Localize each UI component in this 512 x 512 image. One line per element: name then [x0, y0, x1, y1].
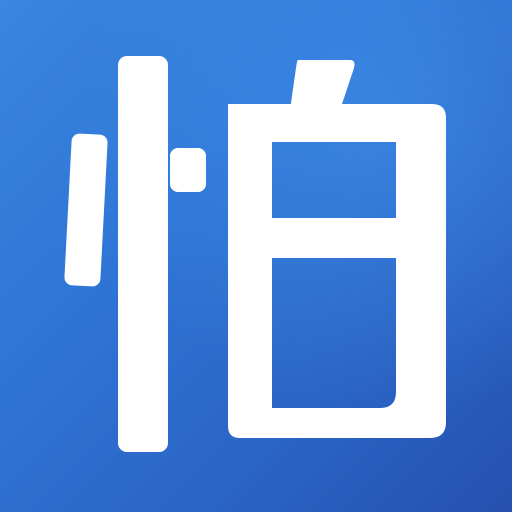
- glyph-top-slant-stroke: [290, 60, 355, 110]
- glyph-left-dot-stroke: [64, 133, 108, 287]
- app-icon[interactable]: 怕: [0, 0, 512, 512]
- glyph-box-frame: [228, 104, 446, 438]
- glyph-main-vertical-stroke: [118, 56, 168, 452]
- pa-character-glyph: [64, 56, 446, 452]
- glyph-right-dot-stroke: [170, 148, 206, 192]
